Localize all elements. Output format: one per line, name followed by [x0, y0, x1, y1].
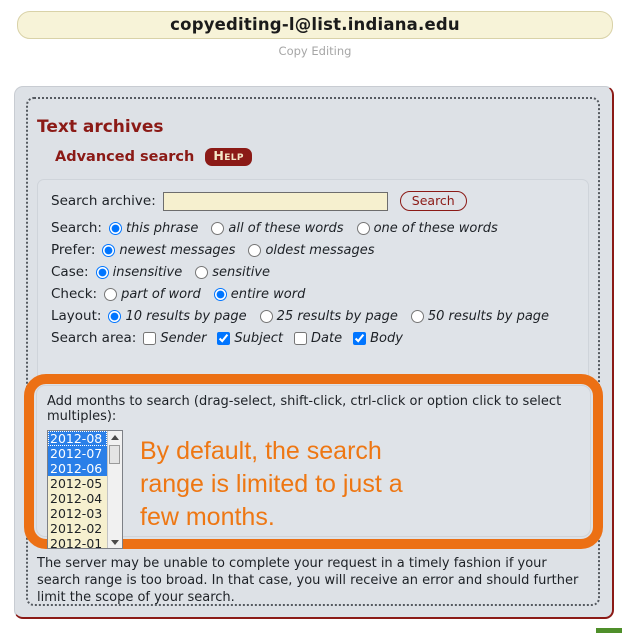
- radio-input[interactable]: [213, 287, 227, 301]
- option-label: newest messages: [119, 242, 236, 258]
- radio-input[interactable]: [356, 221, 370, 235]
- months-area: 2012-08 2012-07 2012-06 2012-05 2012-04 2012-…: [47, 430, 580, 549]
- option-label: insensitive: [112, 264, 183, 280]
- radio-input[interactable]: [211, 221, 225, 235]
- month-option[interactable]: 2012-01: [48, 536, 107, 548]
- option-radio-oldest-messages[interactable]: oldest messages: [248, 243, 374, 258]
- search-input[interactable]: [162, 191, 388, 211]
- option-row-label: Search area:: [51, 330, 137, 346]
- radio-input[interactable]: [104, 287, 118, 301]
- option-row: Check: part of word entire word: [51, 286, 575, 302]
- option-label: 25 results by page: [276, 308, 398, 324]
- radio-input[interactable]: [108, 221, 122, 235]
- months-instructions: Add months to search (drag-select, shift…: [47, 394, 562, 424]
- option-label: Date: [311, 330, 343, 346]
- option-row-label: Prefer:: [51, 242, 96, 258]
- list-banner-wrapper: copyediting-l@list.indiana.edu Copy Edit…: [0, 0, 630, 58]
- checkbox-input[interactable]: [143, 331, 157, 345]
- option-radio-part-of-word[interactable]: part of word: [104, 287, 201, 302]
- annotation-callout-text: By default, the search range is limited …: [140, 430, 403, 534]
- advanced-search-label: Advanced search: [55, 148, 195, 165]
- radio-input[interactable]: [95, 265, 109, 279]
- option-row-label: Search:: [51, 220, 102, 236]
- months-select[interactable]: 2012-08 2012-07 2012-06 2012-05 2012-04 2012-…: [47, 430, 123, 549]
- search-archive-row: Search archive: Search: [51, 191, 575, 211]
- annotation-line-3: few months.: [140, 503, 275, 531]
- option-label: sensitive: [212, 264, 271, 280]
- radio-input[interactable]: [102, 243, 116, 257]
- scroll-up-arrow-icon[interactable]: [108, 431, 122, 443]
- option-radio-insensitive[interactable]: insensitive: [95, 264, 183, 280]
- option-checkbox-date[interactable]: Date: [294, 331, 342, 346]
- option-label: Body: [370, 330, 403, 346]
- scroll-down-arrow-icon[interactable]: [108, 536, 122, 548]
- months-options-list[interactable]: 2012-08 2012-07 2012-06 2012-05 2012-04 2012-…: [48, 431, 107, 548]
- month-option[interactable]: 2012-06: [48, 461, 107, 476]
- option-label: Sender: [160, 330, 207, 346]
- annotation-line-2: range is limited to just a: [140, 470, 403, 498]
- months-callout-highlight: Add months to search (drag-select, shift…: [24, 374, 603, 549]
- option-radio-all-of-these-words[interactable]: all of these words: [211, 220, 344, 236]
- option-row: Prefer: newest messages oldest messages: [51, 242, 575, 258]
- search-button[interactable]: Search: [399, 191, 467, 211]
- archive-panel: Text archives Advanced search Help Searc…: [14, 86, 614, 619]
- month-option[interactable]: 2012-08: [48, 431, 107, 446]
- list-subtitle: Copy Editing: [278, 44, 352, 58]
- month-option[interactable]: 2012-03: [48, 506, 107, 521]
- option-row-label: Check:: [51, 286, 98, 302]
- radio-input[interactable]: [108, 309, 122, 323]
- option-radio-25-results-by-page[interactable]: 25 results by page: [259, 308, 398, 324]
- option-label: oldest messages: [265, 242, 375, 258]
- option-checkbox-body[interactable]: Body: [353, 331, 403, 346]
- option-label: 50 results by page: [427, 308, 550, 324]
- months-scrollbar[interactable]: [107, 431, 122, 548]
- option-row: Search: this phrase all of these words one …: [51, 220, 575, 236]
- option-radio-this-phrase[interactable]: this phrase: [108, 220, 199, 236]
- month-option[interactable]: 2012-04: [48, 491, 107, 506]
- option-radio-50-results-by-page[interactable]: 50 results by page: [410, 308, 550, 324]
- scrollbar-thumb[interactable]: [109, 445, 120, 464]
- advanced-search-header: Advanced search Help: [55, 148, 252, 166]
- month-option[interactable]: 2012-02: [48, 521, 107, 536]
- option-label: one of these words: [373, 220, 498, 236]
- option-radio-10-results-by-page[interactable]: 10 results by page: [108, 308, 247, 324]
- option-row: Layout: 10 results by page 25 results by p…: [51, 308, 575, 324]
- months-section: Add months to search (drag-select, shift…: [36, 385, 591, 549]
- option-radio-newest-messages[interactable]: newest messages: [102, 243, 235, 258]
- option-label: Subject: [234, 330, 284, 346]
- option-label: part of word: [121, 286, 201, 302]
- month-option[interactable]: 2012-05: [48, 476, 107, 491]
- option-radio-entire-word[interactable]: entire word: [213, 286, 306, 302]
- option-row: Search area: Sender Subject Date Body: [51, 330, 575, 346]
- option-radio-sensitive[interactable]: sensitive: [195, 265, 270, 280]
- radio-input[interactable]: [259, 309, 273, 323]
- page-title: Text archives: [37, 117, 164, 137]
- month-option[interactable]: 2012-07: [48, 446, 107, 461]
- search-archive-label: Search archive:: [51, 193, 156, 209]
- option-row-label: Case:: [51, 264, 89, 280]
- option-row-label: Layout:: [51, 308, 102, 324]
- option-checkbox-subject[interactable]: Subject: [217, 331, 283, 346]
- radio-input[interactable]: [248, 243, 262, 257]
- option-radio-one-of-these-words[interactable]: one of these words: [356, 220, 498, 236]
- help-badge[interactable]: Help: [205, 148, 252, 166]
- checkbox-input[interactable]: [217, 331, 231, 345]
- page-bottom-accent: [596, 628, 622, 633]
- option-label: this phrase: [125, 220, 199, 236]
- list-address-banner: copyediting-l@list.indiana.edu: [17, 11, 613, 39]
- radio-input[interactable]: [410, 309, 424, 323]
- option-checkbox-sender[interactable]: Sender: [143, 331, 206, 346]
- checkbox-input[interactable]: [294, 331, 308, 345]
- option-label: 10 results by page: [125, 308, 247, 324]
- option-label: all of these words: [228, 220, 344, 236]
- annotation-line-1: By default, the search: [140, 437, 382, 465]
- option-label: entire word: [230, 286, 306, 302]
- option-row: Case: insensitive sensitive: [51, 264, 575, 280]
- search-option-rows: Search: this phrase all of these words one …: [51, 220, 575, 346]
- radio-input[interactable]: [195, 265, 209, 279]
- server-warning-text: The server may be unable to complete you…: [37, 556, 579, 605]
- checkbox-input[interactable]: [353, 331, 367, 345]
